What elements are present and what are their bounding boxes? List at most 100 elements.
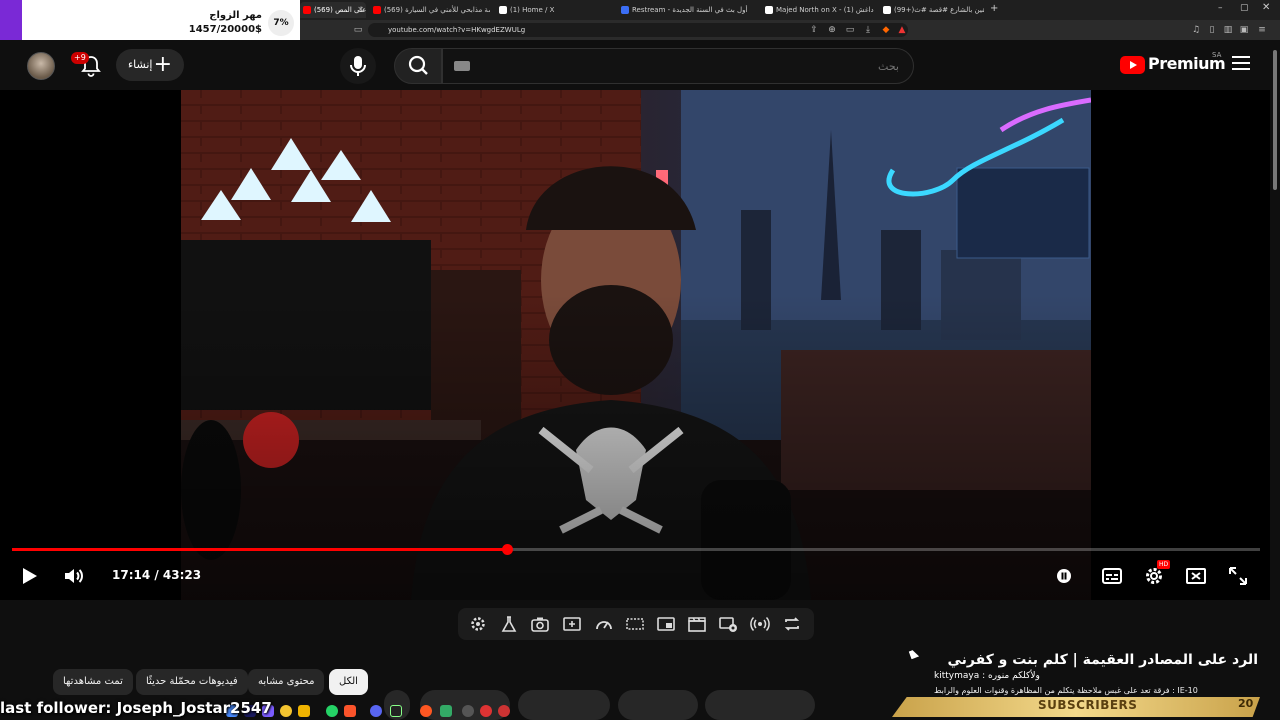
tab-favicon-icon — [765, 6, 773, 14]
new-tab-button[interactable]: + — [990, 3, 998, 14]
loop-section-icon[interactable] — [625, 614, 645, 634]
browser-tab[interactable]: Restream - أول بث في السنة الجديدة — [618, 2, 754, 18]
create-button[interactable]: إنشاء + — [116, 49, 184, 81]
microphone-icon — [350, 56, 366, 76]
extensions-icon[interactable]: ♫ — [1190, 23, 1202, 37]
chat-message-text: فرقة تعد على غبس ملاحظة يتكلم من المظاهر… — [934, 686, 1198, 695]
browser-tab[interactable]: (569) قصة مذابحي للأمني في السيارة — [370, 2, 490, 18]
tab-favicon-icon — [373, 6, 381, 14]
browser-tab[interactable]: (99+)قصة صديقين بالشارع #قصة #ث — [880, 2, 984, 18]
chip-all[interactable]: الكل — [329, 669, 368, 695]
goal-accent-bar — [0, 0, 22, 45]
share-icon[interactable]: ⇪ — [808, 23, 820, 37]
screen-record-icon[interactable] — [718, 614, 738, 634]
donation-goal-widget: مهر الزواج 1457/20000$ 7% — [0, 0, 300, 45]
browser-tab[interactable]: (1) Home / X — [496, 2, 606, 18]
cast-icon[interactable]: ▭ — [844, 23, 856, 37]
browser-tab[interactable]: (569) الرد على المص✕ — [300, 2, 366, 18]
browser-menu-icon[interactable]: ≡ — [1256, 23, 1268, 37]
taskbar-app-icon[interactable] — [480, 705, 492, 717]
video-player[interactable]: 17:14 / 43:23 HD — [0, 90, 1270, 600]
youtube-play-logo-icon — [1120, 56, 1145, 74]
close-tab-icon[interactable]: ✕ — [357, 2, 364, 18]
close-window-button[interactable]: ✕ — [1262, 2, 1270, 13]
volume-button[interactable] — [62, 564, 86, 588]
country-code: SA — [1212, 51, 1222, 59]
page-scrollbar[interactable] — [1270, 40, 1280, 720]
chip-recently-uploaded[interactable]: فيديوهات محمّلة حديثًا — [136, 669, 248, 695]
chip-watched[interactable]: تمت مشاهدتها — [53, 669, 133, 695]
time-display: 17:14 / 43:23 — [112, 568, 202, 582]
search-button[interactable] — [394, 48, 442, 84]
video-shade — [181, 90, 1091, 600]
tab-label: Majed North on X - (1) ابو داغش — [776, 6, 874, 14]
progress-bar[interactable] — [12, 544, 1260, 555]
camera-icon[interactable] — [530, 614, 550, 634]
miniplayer-icon — [1186, 568, 1206, 584]
tab-label: (569) قصة مذابحي للأمني في السيارة — [384, 6, 490, 14]
picture-in-picture-icon[interactable] — [656, 614, 676, 634]
extension-toolbar — [458, 608, 814, 640]
video-frame[interactable] — [181, 90, 1091, 600]
chip-related[interactable]: محتوى مشابه — [248, 669, 325, 695]
hd-badge: HD — [1157, 560, 1171, 569]
autoplay-toggle[interactable] — [1052, 564, 1076, 588]
goal-percent: 7% — [268, 10, 294, 36]
wallet-icon[interactable]: ▣ — [1238, 23, 1250, 37]
taskbar-app-icon[interactable] — [280, 705, 292, 717]
scrollbar-thumb[interactable] — [1273, 50, 1277, 190]
keyboard-icon[interactable] — [454, 61, 470, 71]
gear-icon[interactable] — [468, 614, 488, 634]
settings-button[interactable]: HD — [1142, 560, 1171, 588]
mouse-cursor — [908, 648, 920, 660]
fullscreen-button[interactable] — [1226, 564, 1250, 588]
play-button[interactable] — [17, 564, 41, 588]
repeat-icon[interactable] — [782, 614, 802, 634]
rewards-icon[interactable]: ▲ — [896, 23, 908, 37]
account-avatar[interactable] — [27, 52, 55, 80]
youtube-header: +9 إنشاء + Premium SA — [0, 40, 1270, 90]
browser-tab[interactable]: Majed North on X - (1) ابو داغش — [762, 2, 874, 18]
tab-search-icon[interactable]: ▥ — [1222, 23, 1234, 37]
taskbar-app-icon[interactable] — [440, 705, 452, 717]
taskbar-app-icon[interactable] — [298, 705, 310, 717]
volume-icon — [65, 569, 83, 583]
bookmark-icon[interactable]: ▭ — [352, 23, 364, 37]
download-icon[interactable]: ⤓ — [862, 23, 874, 37]
miniplayer-button[interactable] — [1184, 564, 1208, 588]
subtitles-button[interactable] — [1100, 564, 1124, 588]
taskbar-app-icon[interactable] — [462, 705, 474, 717]
maximize-button[interactable]: ▢ — [1240, 3, 1249, 13]
tab-label: (99+)قصة صديقين بالشارع #قصة #ث — [894, 6, 984, 14]
minimize-button[interactable]: – — [1218, 3, 1223, 13]
search-input[interactable] — [442, 48, 914, 84]
taskbar-app-icon[interactable] — [498, 705, 510, 717]
zoom-icon[interactable]: ⊕ — [826, 23, 838, 37]
shield-icon[interactable]: ◆ — [880, 23, 892, 37]
taskbar-app-icon[interactable] — [370, 705, 382, 717]
pause-toggle-icon — [1057, 569, 1071, 583]
chat-message-user: kittymaya : ولأكلكم منوره — [934, 671, 1040, 681]
action-pill[interactable] — [618, 690, 698, 720]
taskbar-app-icon[interactable] — [420, 705, 432, 717]
last-follower-overlay: last follower: Joseph_Jostar2547 — [0, 699, 272, 717]
flask-icon[interactable] — [499, 614, 519, 634]
action-pill[interactable] — [705, 690, 815, 720]
video-title[interactable]: الرد على المصادر العقيمة | كلم بنت و كفر… — [947, 652, 1258, 668]
sidebar-icon[interactable]: ▯ — [1206, 23, 1218, 37]
fullscreen-icon — [1229, 567, 1247, 585]
taskbar-app-icon[interactable] — [326, 705, 338, 717]
action-pill[interactable] — [518, 690, 610, 720]
clapperboard-icon[interactable] — [687, 614, 707, 634]
scrubber-handle[interactable] — [502, 544, 513, 555]
broadcast-icon[interactable] — [750, 614, 770, 634]
play-icon — [23, 568, 37, 584]
guide-menu-button[interactable] — [1232, 56, 1250, 70]
taskbar-app-icon[interactable] — [344, 705, 356, 717]
create-label: إنشاء — [128, 58, 153, 71]
speedometer-icon[interactable] — [594, 614, 614, 634]
add-screen-icon[interactable] — [562, 614, 582, 634]
taskbar-app-icon[interactable] — [390, 705, 402, 717]
voice-search-button[interactable] — [340, 48, 376, 84]
tab-favicon-icon — [621, 6, 629, 14]
